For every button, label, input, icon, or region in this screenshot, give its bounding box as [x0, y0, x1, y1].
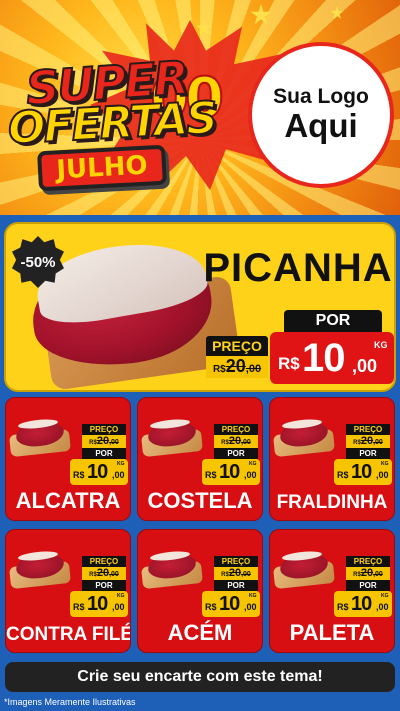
old-price-label: PREÇO: [214, 424, 258, 435]
new-price-currency: R$: [278, 354, 300, 373]
old-price-label: PREÇO: [214, 556, 258, 567]
new-price: R$ 10,00 KG: [334, 591, 392, 617]
product-card[interactable]: PREÇO R$ 20,00 POR R$ 10,00 KG CONTRA FILÉ: [5, 529, 131, 653]
featured-product-card[interactable]: -50% PICANHA PREÇO R$ 20 ,00 POR R$ 10 ,…: [4, 222, 396, 392]
new-price: R$ 10,00 KG: [70, 459, 128, 485]
new-price: R$ 10,00 KG: [334, 459, 392, 485]
new-price: R$ 10,00 KG: [202, 459, 260, 485]
meat-image: [273, 549, 336, 590]
meat-image: [141, 549, 204, 590]
new-price-label: POR: [214, 580, 258, 591]
price-unit: KG: [374, 340, 388, 350]
product-card[interactable]: PREÇO R$ 20,00 POR R$ 10,00 KG ACÉM: [137, 529, 263, 653]
product-card[interactable]: PREÇO R$ 20,00 POR R$ 10,00 KG COSTELA: [137, 397, 263, 521]
logo-placeholder-line1: Sua Logo: [273, 85, 369, 109]
old-price-label: PREÇO: [346, 424, 390, 435]
meat-image: [9, 549, 72, 590]
old-price-currency: R$: [212, 364, 226, 375]
product-name: ALCATRA: [15, 488, 121, 513]
product-card[interactable]: PREÇO R$ 20,00 POR R$ 10,00 KG ALCATRA: [5, 397, 131, 521]
new-price-label: POR: [284, 310, 382, 332]
old-price-label: PREÇO: [206, 336, 268, 356]
new-price-label: POR: [346, 580, 390, 591]
meat-image: [9, 417, 72, 458]
new-price-label: POR: [346, 448, 390, 459]
month-badge: JULHO: [37, 144, 167, 192]
new-price-label: POR: [82, 448, 126, 459]
new-price-label: POR: [82, 580, 126, 591]
old-price-label: PREÇO: [82, 556, 126, 567]
new-price: R$ 10,00 KG: [202, 591, 260, 617]
new-price-label: POR: [214, 448, 258, 459]
old-price: R$ 20,00: [346, 567, 390, 580]
old-price-label: PREÇO: [82, 424, 126, 435]
disclaimer-text: *Imagens Meramente Ilustrativas: [4, 697, 136, 707]
header-banner: 00 SUPER OFERTAS JULHO Sua Logo Aqui: [0, 0, 400, 215]
new-price: R$ 10,00 KG: [70, 591, 128, 617]
old-price: R$ 20,00: [346, 435, 390, 448]
product-card[interactable]: PREÇO R$ 20,00 POR R$ 10,00 KG PALETA: [269, 529, 395, 653]
old-price-int: 20: [225, 356, 246, 376]
new-price: R$ 10 ,00 KG: [270, 332, 394, 384]
old-price-label: PREÇO: [346, 556, 390, 567]
meat-image: [141, 417, 204, 458]
title-ofertas: OFERTAS: [6, 92, 218, 156]
old-price: R$ 20 ,00: [206, 356, 268, 378]
product-name: ACÉM: [167, 620, 233, 645]
create-flyer-button[interactable]: Crie seu encarte com este tema!: [5, 662, 395, 692]
product-grid: PREÇO R$ 20,00 POR R$ 10,00 KG ALCATRA PREÇ…: [5, 397, 395, 653]
old-price-cents: ,00: [245, 363, 262, 375]
product-name: PALETA: [289, 620, 375, 645]
old-price: R$ 20,00: [82, 435, 126, 448]
product-name: CONTRA FILÉ: [6, 624, 131, 645]
new-price-int: 10: [302, 336, 345, 380]
logo-placeholder-line2: Aqui: [284, 107, 358, 145]
product-name: COSTELA: [147, 488, 253, 513]
product-card[interactable]: PREÇO R$ 20,00 POR R$ 10,00 KG FRALDINHA: [269, 397, 395, 521]
product-name: FRALDINHA: [276, 492, 388, 513]
meat-image: [273, 417, 336, 458]
old-price: R$ 20,00: [214, 435, 258, 448]
logo-placeholder[interactable]: Sua Logo Aqui: [248, 42, 394, 188]
featured-product-name: PICANHA: [203, 246, 393, 290]
old-price: R$ 20,00: [214, 567, 258, 580]
old-price: R$ 20,00: [82, 567, 126, 580]
new-price-cents: ,00: [352, 356, 378, 376]
